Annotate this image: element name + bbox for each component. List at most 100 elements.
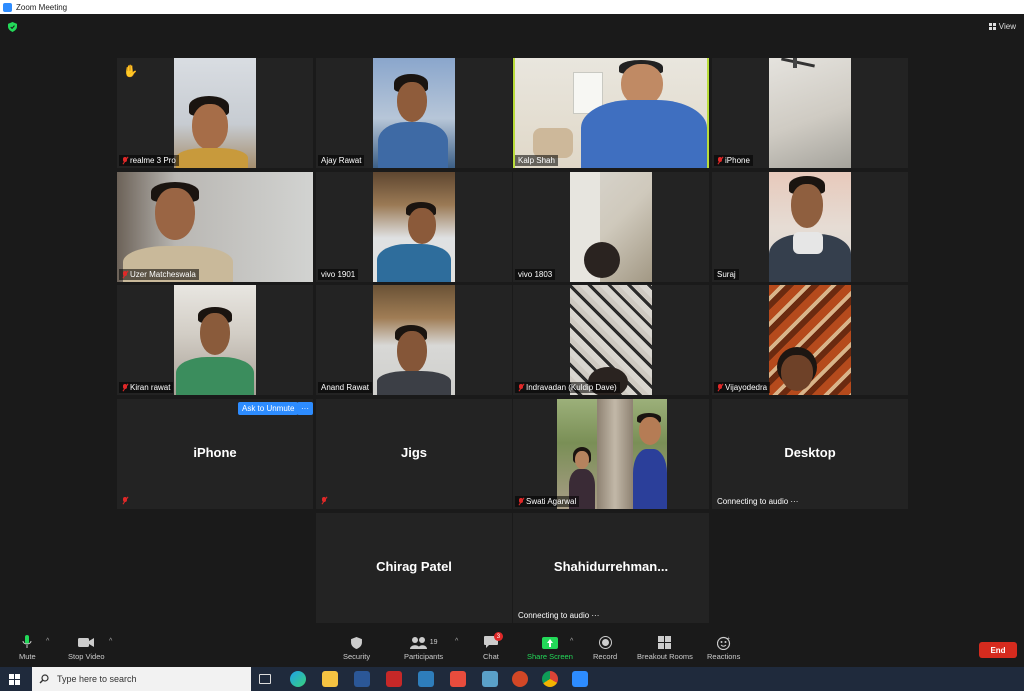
participant-status: Connecting to audio ··· [518,611,600,620]
chat-bubble-icon: 3 [483,632,503,650]
chrome-icon[interactable] [542,671,558,687]
participant-video [515,58,707,168]
photos-icon[interactable] [418,671,434,687]
window-titlebar: Zoom Meeting [0,0,1024,14]
participants-count: 19 [429,639,438,646]
video-tile-active-speaker[interactable]: Kalp Shah [513,58,709,168]
security-shield-icon [351,635,363,650]
video-tile[interactable]: vivo 1803 [513,172,709,282]
muted-mic-icon [518,497,524,506]
raised-hand-icon: ✋ [123,64,138,78]
muted-mic-icon [518,383,524,392]
grid-view-icon [988,23,996,30]
task-view-icon[interactable] [259,674,271,684]
mute-options-caret[interactable]: ^ [46,638,49,645]
participant-video [570,285,652,395]
powerpoint-icon[interactable] [512,671,528,687]
participant-name-tag: iPhone [714,155,753,166]
stop-video-button[interactable]: Stop Video [68,635,105,661]
video-tile[interactable]: Ask to Unmute ··· iPhone [117,399,313,509]
video-tile[interactable]: Suraj [712,172,908,282]
video-tile[interactable]: Indravadan (Kuldip Dave) [513,285,709,395]
muted-mic-icon [122,270,128,279]
mute-button[interactable]: Mute [19,635,36,661]
participant-name-tag: vivo 1803 [515,269,556,280]
taskbar-search-box[interactable]: Type here to search [32,667,251,691]
participant-name-large: iPhone [193,445,237,460]
edge-browser-icon[interactable] [290,671,306,687]
word-icon[interactable] [354,671,370,687]
participant-name-tag: realme 3 Pro [119,155,179,166]
smiley-icon: + [716,635,731,650]
participant-video [769,172,851,282]
participant-video [373,285,455,395]
participant-video [117,172,313,282]
participant-name-large: Chirag Patel [376,559,452,574]
video-tile[interactable]: ✋ realme 3 Pro [117,58,313,168]
search-icon [39,674,49,684]
view-label: View [998,22,1016,31]
encryption-shield-icon[interactable] [8,22,17,32]
participant-name-tag: Indravadan (Kuldip Dave) [515,382,620,393]
chat-button[interactable]: 3 Chat [483,632,503,661]
muted-mic-icon [122,156,128,165]
video-tile[interactable]: Desktop Connecting to audio ··· [712,399,908,509]
zoom-taskbar-icon[interactable] [572,671,588,687]
acrobat-icon[interactable] [386,671,402,687]
zoom-app-icon [3,2,12,12]
windows-start-icon[interactable] [9,674,20,685]
window-title: Zoom Meeting [16,2,68,12]
os-taskbar: Type here to search [0,667,1024,691]
video-tile[interactable]: iPhone [712,58,908,168]
participant-name-tag: Anand Rawat [318,382,373,393]
video-options-caret[interactable]: ^ [109,638,112,645]
app-icon[interactable] [482,671,498,687]
participant-name-tag: Swati Agarwal [515,496,580,507]
participants-icon: 19 [409,635,438,650]
video-tile[interactable]: vivo 1901 [316,172,512,282]
video-camera-icon [78,635,95,650]
participant-name-tag: Uzer Matcheswala [119,269,199,280]
muted-mic-icon [122,497,128,505]
participant-name-tag: Ajay Rawat [318,155,365,166]
video-tile[interactable]: Ajay Rawat [316,58,512,168]
video-tile[interactable]: Uzer Matcheswala [117,172,313,282]
video-tile[interactable]: Shahidurrehman... Connecting to audio ··… [513,513,709,623]
tile-more-options-button[interactable]: ··· [297,402,313,415]
share-options-caret[interactable]: ^ [570,638,573,645]
participant-video [570,172,652,282]
participant-video [373,58,455,168]
video-tile[interactable]: Anand Rawat [316,285,512,395]
participant-name-large: Desktop [784,445,836,460]
participants-options-caret[interactable]: ^ [455,638,458,645]
security-button[interactable]: Security [343,635,370,661]
end-meeting-button[interactable]: End [979,642,1017,658]
share-screen-icon [541,635,558,650]
participant-name-large: Shahidurrehman... [553,559,669,574]
participant-name-tag: Kiran rawat [119,382,174,393]
record-button[interactable]: Record [593,635,617,661]
reactions-button[interactable]: + Reactions [707,635,740,662]
breakout-rooms-icon [658,635,672,650]
video-tile[interactable]: Jigs [316,399,512,509]
breakout-rooms-button[interactable]: Breakout Rooms [637,635,693,661]
participant-video [174,285,256,395]
participant-name-tag: Vijayodedra [714,382,771,393]
view-button[interactable]: View [988,22,1016,31]
video-tile[interactable]: Kiran rawat [117,285,313,395]
participant-status: Connecting to audio ··· [717,497,799,506]
video-tile[interactable]: Swati Agarwal [513,399,709,509]
participant-video [557,399,667,509]
meeting-toolbar: Mute ^ Stop Video ^ Security 19 Particip… [0,632,1024,666]
ask-to-unmute-button[interactable]: Ask to Unmute [238,402,299,415]
video-tile[interactable]: Chirag Patel [316,513,512,623]
participant-video [373,172,455,282]
participant-name-tag: vivo 1901 [318,269,359,280]
participants-button[interactable]: 19 Participants [404,635,443,661]
muted-mic-icon [717,156,723,165]
media-player-icon[interactable] [450,671,466,687]
file-explorer-icon[interactable] [322,671,338,687]
share-screen-button[interactable]: Share Screen [527,635,573,661]
video-tile[interactable]: Vijayodedra [712,285,908,395]
participant-video [769,58,851,168]
